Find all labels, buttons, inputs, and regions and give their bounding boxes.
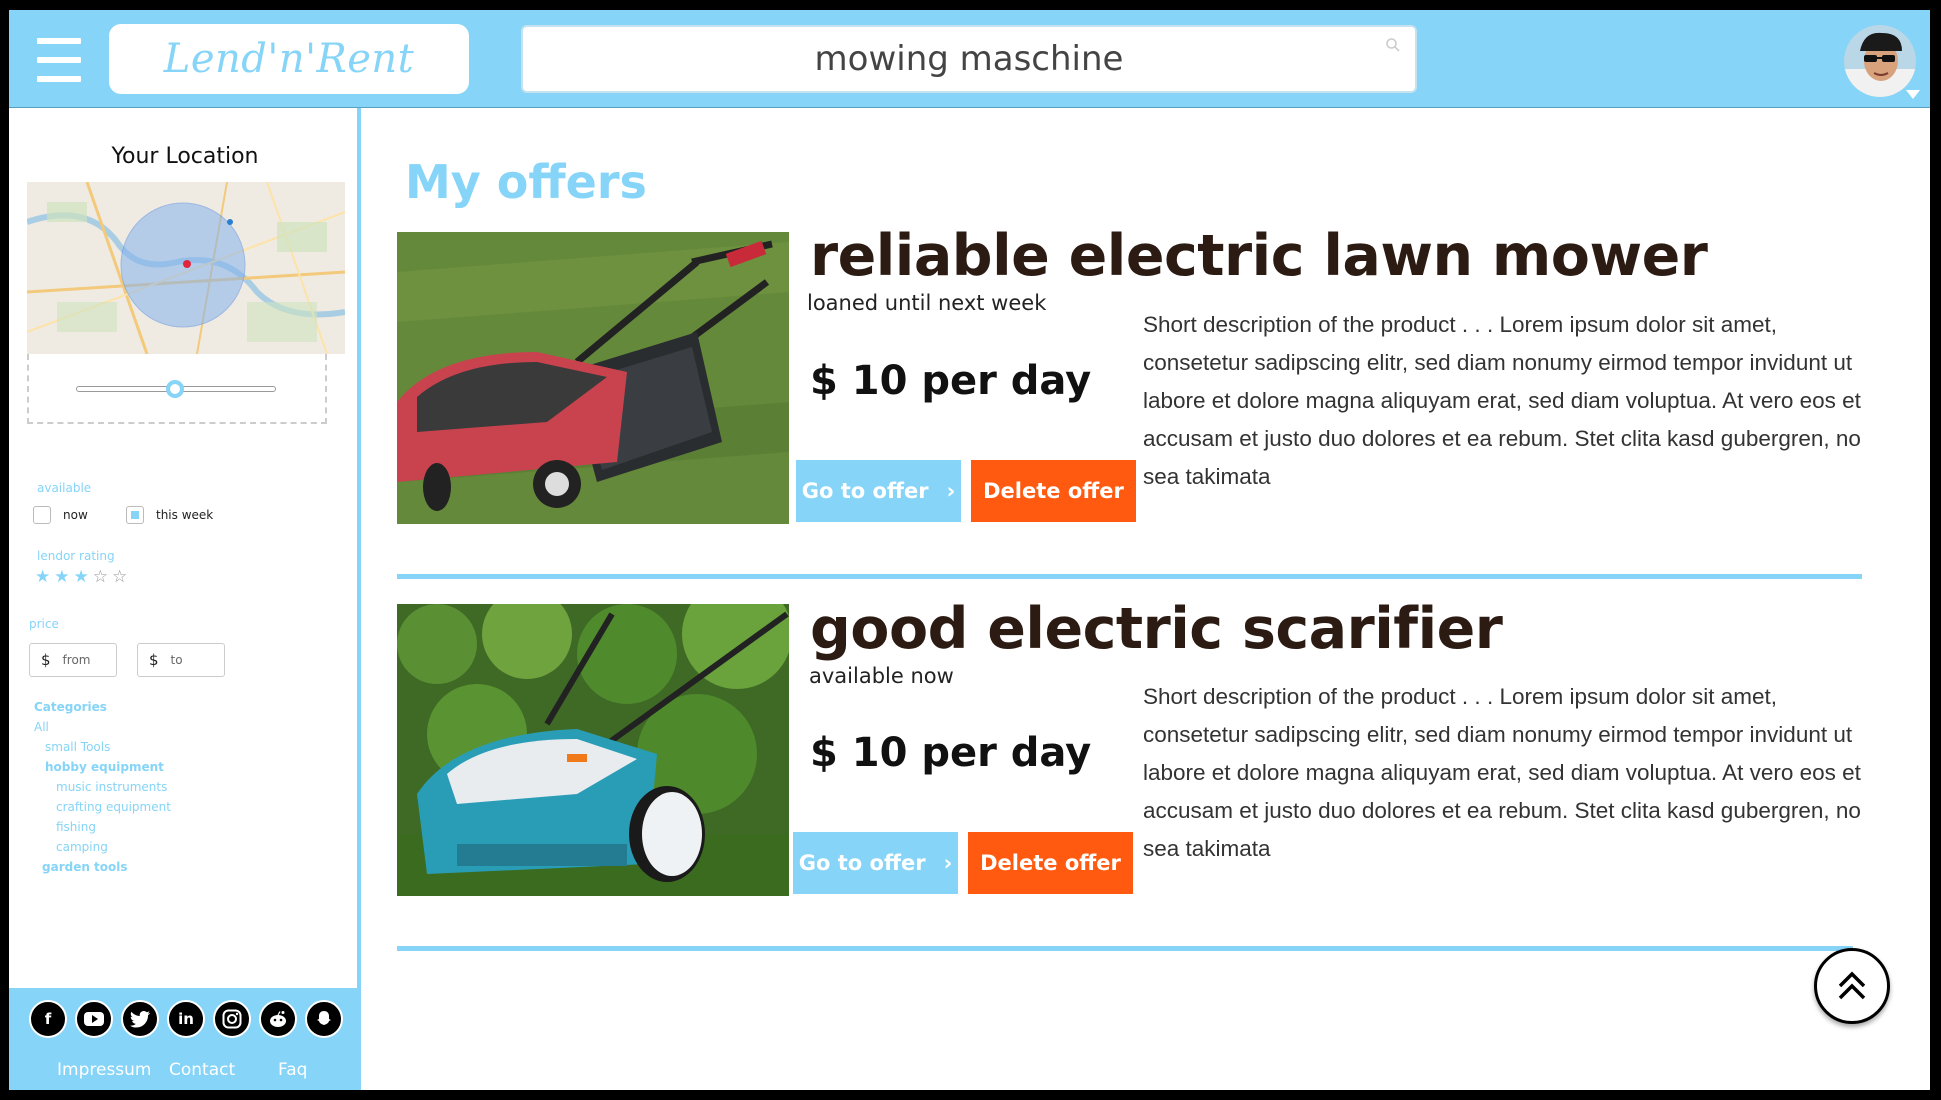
top-bar: Lend'n'Rent: [9, 10, 1930, 108]
category-camping[interactable]: camping: [56, 840, 108, 854]
location-map[interactable]: [27, 182, 345, 354]
offer-image-scarifier[interactable]: [397, 604, 789, 896]
delete-offer-button[interactable]: Delete offer: [971, 460, 1136, 522]
rating-label: lendor rating: [37, 549, 115, 563]
price-from-placeholder: from: [62, 653, 91, 667]
category-hobby-equipment[interactable]: hobby equipment: [45, 760, 164, 774]
avatar[interactable]: [1844, 25, 1916, 97]
now-checkbox[interactable]: [33, 506, 51, 524]
this-week-checkbox[interactable]: [126, 506, 144, 524]
dollar-icon: $: [41, 651, 51, 669]
star-outline-icon[interactable]: ☆: [112, 568, 127, 585]
faq-link[interactable]: Faq: [278, 1060, 307, 1080]
search-input[interactable]: [523, 27, 1415, 91]
search-bar: [521, 25, 1417, 93]
offer-status: available now: [809, 664, 954, 688]
delete-offer-label: Delete offer: [980, 851, 1121, 875]
offer-price: $ 10 per day: [810, 358, 1092, 404]
hamburger-icon[interactable]: [37, 38, 81, 82]
impressum-link[interactable]: Impressum: [57, 1060, 152, 1080]
price-label: price: [29, 617, 59, 631]
reddit-icon[interactable]: [259, 1000, 297, 1038]
logo[interactable]: Lend'n'Rent: [109, 24, 469, 94]
logo-text: Lend'n'Rent: [163, 36, 415, 82]
twitter-icon[interactable]: [121, 1000, 159, 1038]
delete-offer-button[interactable]: Delete offer: [968, 832, 1133, 894]
search-icon[interactable]: [1385, 37, 1401, 53]
app-frame: Lend'n'Rent Your Location: [9, 10, 1930, 1090]
available-this-week-option[interactable]: this week: [126, 506, 213, 524]
linkedin-icon[interactable]: in: [167, 1000, 205, 1038]
offer-title[interactable]: good electric scarifier: [810, 596, 1503, 662]
offer-image-lawn-mower[interactable]: [397, 232, 789, 524]
delete-offer-label: Delete offer: [983, 479, 1124, 503]
go-to-offer-label: Go to offer: [801, 479, 929, 503]
chevron-down-icon[interactable]: [1906, 90, 1920, 99]
category-crafting-equipment[interactable]: crafting equipment: [56, 800, 171, 814]
sidebar-footer: f in Impressum Contact Faq: [9, 988, 361, 1090]
star-icon[interactable]: ★: [54, 568, 69, 585]
category-garden-tools[interactable]: garden tools: [42, 860, 128, 874]
categories-title: Categories: [34, 700, 107, 714]
offer-divider: [397, 574, 1862, 579]
category-all[interactable]: All: [34, 720, 49, 734]
available-now-option[interactable]: now: [33, 506, 88, 524]
radius-slider-thumb[interactable]: [166, 380, 184, 398]
category-fishing[interactable]: fishing: [56, 820, 96, 834]
youtube-icon[interactable]: [75, 1000, 113, 1038]
now-label: now: [63, 508, 88, 522]
go-to-offer-button[interactable]: Go to offer ›: [793, 832, 958, 894]
price-from-input[interactable]: $ from: [29, 643, 117, 677]
price-to-input[interactable]: $ to: [137, 643, 225, 677]
rating-stars[interactable]: ★ ★ ★ ☆ ☆: [35, 568, 127, 585]
go-to-offer-label: Go to offer: [798, 851, 926, 875]
social-links: f in: [29, 1000, 343, 1038]
dollar-icon: $: [149, 651, 159, 669]
price-to-placeholder: to: [170, 653, 183, 667]
category-music-instruments[interactable]: music instruments: [56, 780, 167, 794]
star-icon[interactable]: ★: [74, 568, 89, 585]
offer-description: Short description of the product . . . L…: [1143, 684, 1861, 861]
sidebar: Your Location available now this week le…: [9, 108, 361, 1090]
star-outline-icon[interactable]: ☆: [93, 568, 108, 585]
scroll-to-top-button[interactable]: [1814, 948, 1890, 1024]
go-to-offer-button[interactable]: Go to offer ›: [796, 460, 961, 522]
chevron-right-icon: ›: [943, 851, 953, 875]
available-label: available: [37, 481, 92, 495]
double-chevron-up-icon: [1838, 971, 1866, 1000]
chevron-right-icon: ›: [946, 479, 956, 503]
page-title: My offers: [405, 155, 647, 209]
category-small-tools[interactable]: small Tools: [45, 740, 110, 754]
contact-link[interactable]: Contact: [169, 1060, 235, 1080]
star-icon[interactable]: ★: [35, 568, 50, 585]
snapchat-icon[interactable]: [305, 1000, 343, 1038]
instagram-icon[interactable]: [213, 1000, 251, 1038]
offer-status: loaned until next week: [807, 291, 1047, 315]
offer-divider: [397, 946, 1853, 951]
this-week-label: this week: [156, 508, 214, 522]
facebook-icon[interactable]: f: [29, 1000, 67, 1038]
offer-price: $ 10 per day: [810, 730, 1092, 776]
offer-description: Short description of the product . . . L…: [1143, 312, 1861, 489]
location-title: Your Location: [111, 144, 259, 169]
offer-title[interactable]: reliable electric lawn mower: [810, 223, 1708, 289]
